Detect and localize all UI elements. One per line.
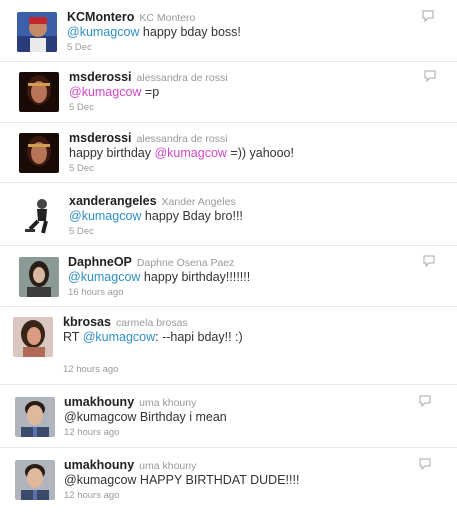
tweet-username-row: umakhouny uma khouny: [64, 395, 196, 409]
mention-link[interactable]: @kumagcow: [68, 270, 140, 284]
username-link[interactable]: msderossi: [69, 131, 132, 145]
username-link[interactable]: umakhouny: [64, 458, 134, 472]
tweet-item: KCMontero KC Montero @kumagcow happy bday…: [0, 0, 457, 62]
tweet-username-row: DaphneOP Daphne Osena Paez: [68, 255, 234, 269]
tweet-text: RT @kumagcow: --hapi bday!! :): [63, 330, 243, 344]
avatar-xanderangeles[interactable]: [19, 195, 59, 235]
reply-icon[interactable]: [419, 458, 431, 470]
fullname: KC Montero: [139, 12, 196, 24]
username-link[interactable]: msderossi: [69, 70, 132, 84]
fullname: Daphne Osena Paez: [136, 257, 235, 269]
tweet-text: @kumagcow =p: [69, 85, 160, 99]
tweet-timestamp[interactable]: 12 hours ago: [64, 490, 119, 501]
tweet-timestamp[interactable]: 5 Dec: [69, 163, 94, 174]
reply-icon[interactable]: [424, 70, 436, 82]
avatar-kbrosas[interactable]: [13, 317, 53, 357]
tweet-username-row: kbrosas carmela brosas: [63, 315, 188, 329]
tweet-username-row: umakhouny uma khouny: [64, 458, 196, 472]
tweet-username-row: msderossi alessandra de rossi: [69, 131, 228, 145]
reply-icon[interactable]: [422, 10, 434, 22]
tweet-feed: KCMontero KC Montero @kumagcow happy bday…: [0, 0, 457, 512]
tweet-text: @kumagcow HAPPY BIRTHDAT DUDE!!!!: [64, 473, 300, 487]
mention-link[interactable]: @kumagcow: [64, 410, 136, 424]
tweet-item: xanderangeles Xander Angeles @kumagcow ha…: [0, 183, 457, 246]
mention-link[interactable]: @kumagcow: [154, 146, 226, 160]
mention-link[interactable]: @kumagcow: [69, 209, 141, 223]
avatar-kcmontero[interactable]: [17, 12, 57, 52]
tweet-text: @kumagcow Birthday i mean: [64, 410, 227, 424]
tweet-item: DaphneOP Daphne Osena Paez @kumagcow happ…: [0, 246, 457, 307]
tweet-item: msderossi alessandra de rossi happy birth…: [0, 123, 457, 183]
fullname: uma khouny: [139, 397, 197, 409]
mention-link[interactable]: @kumagcow: [69, 85, 141, 99]
tweet-username-row: msderossi alessandra de rossi: [69, 70, 228, 84]
tweet-timestamp[interactable]: 5 Dec: [69, 226, 94, 237]
tweet-username-row: xanderangeles Xander Angeles: [69, 194, 236, 208]
tweet-timestamp[interactable]: 12 hours ago: [63, 364, 118, 375]
username-link[interactable]: DaphneOP: [68, 255, 132, 269]
tweet-timestamp[interactable]: 5 Dec: [67, 42, 92, 53]
tweet-item: kbrosas carmela brosas RT @kumagcow: --ha…: [0, 307, 457, 385]
tweet-item: umakhouny uma khouny @kumagcow HAPPY BIRT…: [0, 448, 457, 512]
fullname: Xander Angeles: [161, 196, 236, 208]
mention-link[interactable]: @kumagcow: [83, 330, 155, 344]
fullname: alessandra de rossi: [136, 133, 228, 145]
tweet-username-row: KCMontero KC Montero: [67, 10, 195, 24]
tweet-timestamp[interactable]: 12 hours ago: [64, 427, 119, 438]
avatar-msderossi[interactable]: [19, 133, 59, 173]
reply-icon[interactable]: [419, 395, 431, 407]
tweet-text: @kumagcow happy birthday!!!!!!!: [68, 270, 251, 284]
tweet-item: umakhouny uma khouny @kumagcow Birthday i…: [0, 385, 457, 448]
fullname: alessandra de rossi: [136, 72, 228, 84]
tweet-timestamp[interactable]: 5 Dec: [69, 102, 94, 113]
avatar-umakhouny[interactable]: [15, 460, 55, 500]
avatar-msderossi[interactable]: [19, 72, 59, 112]
tweet-text: @kumagcow happy bday boss!: [67, 25, 241, 39]
fullname: uma khouny: [139, 460, 197, 472]
avatar-umakhouny[interactable]: [15, 397, 55, 437]
username-link[interactable]: xanderangeles: [69, 194, 157, 208]
tweet-text: happy birthday @kumagcow =)) yahooo!: [69, 146, 294, 160]
username-link[interactable]: umakhouny: [64, 395, 134, 409]
reply-icon[interactable]: [423, 255, 435, 267]
tweet-text: @kumagcow happy Bday bro!!!: [69, 209, 243, 223]
tweet-item: msderossi alessandra de rossi @kumagcow =…: [0, 62, 457, 123]
avatar-daphneop[interactable]: [19, 257, 59, 297]
mention-link[interactable]: @kumagcow: [64, 473, 136, 487]
tweet-timestamp[interactable]: 16 hours ago: [68, 287, 123, 298]
username-link[interactable]: KCMontero: [67, 10, 134, 24]
mention-link[interactable]: @kumagcow: [67, 25, 139, 39]
username-link[interactable]: kbrosas: [63, 315, 111, 329]
fullname: carmela brosas: [115, 317, 188, 329]
